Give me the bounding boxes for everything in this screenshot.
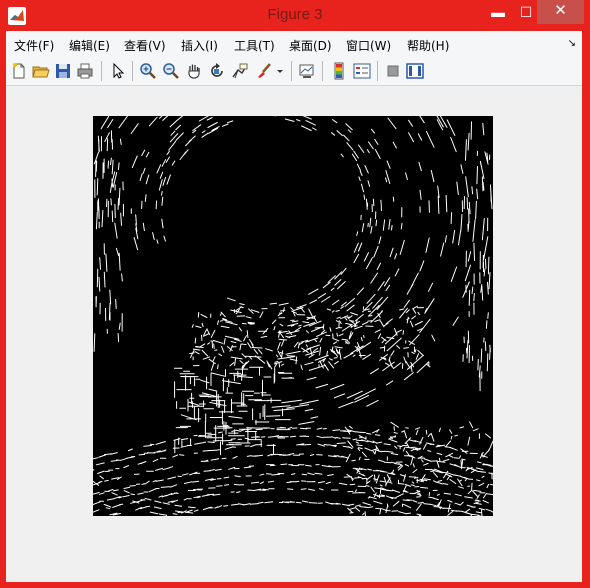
toolbar-separator — [377, 61, 378, 81]
edge-image-axes[interactable] — [93, 116, 493, 516]
zoom-out-icon[interactable] — [162, 62, 180, 80]
new-figure-icon[interactable] — [10, 62, 28, 80]
hide-plot-tools-icon[interactable] — [384, 62, 402, 80]
toolbar-separator — [101, 61, 102, 81]
menu-overflow-icon[interactable]: ↘ — [568, 38, 576, 49]
rotate-3d-icon[interactable] — [208, 62, 226, 80]
edge-strokes — [93, 116, 493, 516]
brush-dropdown-icon[interactable] — [275, 62, 285, 80]
title-bar[interactable]: Figure 3 ▬ ☐ ✕ — [0, 0, 590, 31]
pan-hand-icon[interactable] — [185, 62, 203, 80]
edit-plot-arrow-icon[interactable] — [109, 62, 127, 80]
menu-window[interactable]: 窗口(W) — [346, 37, 391, 54]
data-cursor-icon[interactable] — [231, 62, 249, 80]
minimize-button[interactable]: ▬ — [484, 0, 512, 24]
show-plot-tools-icon[interactable] — [406, 62, 424, 80]
insert-legend-icon[interactable] — [353, 62, 371, 80]
brush-icon[interactable] — [255, 62, 273, 80]
link-plot-icon[interactable] — [298, 62, 316, 80]
figure-client-area: 文件(F) 编辑(E) 查看(V) 插入(I) 工具(T) 桌面(D) 窗口(W… — [6, 31, 582, 582]
menu-desktop[interactable]: 桌面(D) — [289, 37, 332, 54]
figure-toolbar — [6, 57, 582, 86]
save-icon[interactable] — [54, 62, 72, 80]
toolbar-separator — [322, 61, 323, 81]
insert-colorbar-icon[interactable] — [330, 62, 348, 80]
menu-bar: 文件(F) 编辑(E) 查看(V) 插入(I) 工具(T) 桌面(D) 窗口(W… — [6, 31, 582, 57]
open-file-icon[interactable] — [32, 62, 50, 80]
menu-file[interactable]: 文件(F) — [14, 37, 54, 54]
figure-window: Figure 3 ▬ ☐ ✕ 文件(F) 编辑(E) 查看(V) 插入(I) 工… — [0, 0, 590, 588]
toolbar-separator — [291, 61, 292, 81]
menu-edit[interactable]: 编辑(E) — [69, 37, 110, 54]
print-icon[interactable] — [76, 62, 94, 80]
menu-view[interactable]: 查看(V) — [124, 37, 166, 54]
maximize-button[interactable]: ☐ — [512, 0, 540, 24]
menu-help[interactable]: 帮助(H) — [407, 37, 449, 54]
close-button[interactable]: ✕ — [537, 0, 584, 24]
toolbar-separator — [132, 61, 133, 81]
edge-image — [93, 116, 493, 516]
zoom-in-icon[interactable] — [139, 62, 157, 80]
menu-insert[interactable]: 插入(I) — [181, 37, 218, 54]
menu-tools[interactable]: 工具(T) — [234, 37, 275, 54]
